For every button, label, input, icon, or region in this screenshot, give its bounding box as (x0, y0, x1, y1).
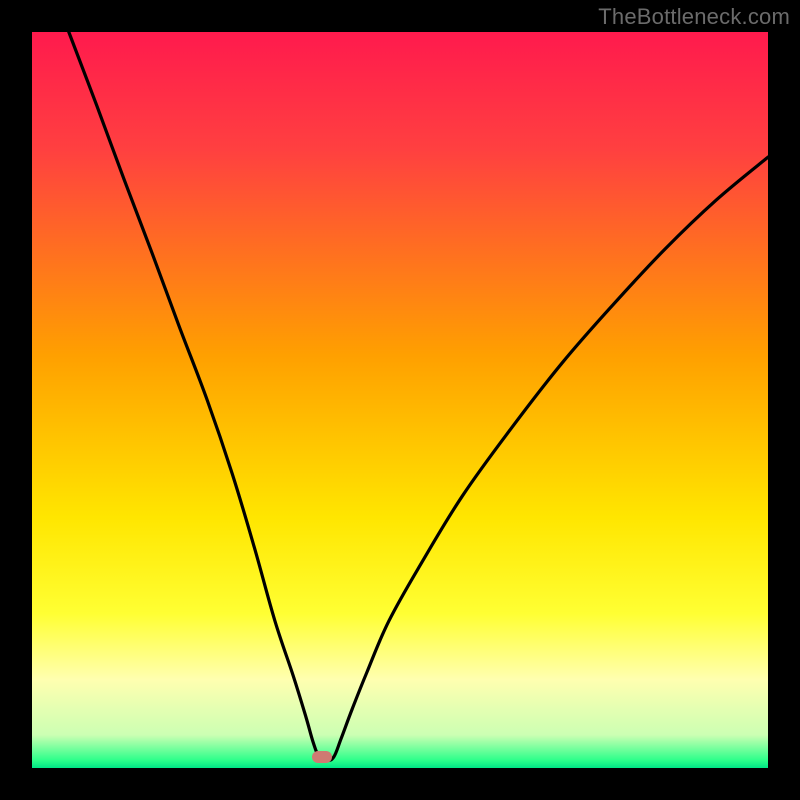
watermark-text: TheBottleneck.com (598, 4, 790, 30)
plot-area (32, 32, 768, 768)
bottleneck-curve (69, 32, 768, 761)
chart-frame: TheBottleneck.com (0, 0, 800, 800)
curve-svg (32, 32, 768, 768)
min-marker (312, 751, 332, 763)
